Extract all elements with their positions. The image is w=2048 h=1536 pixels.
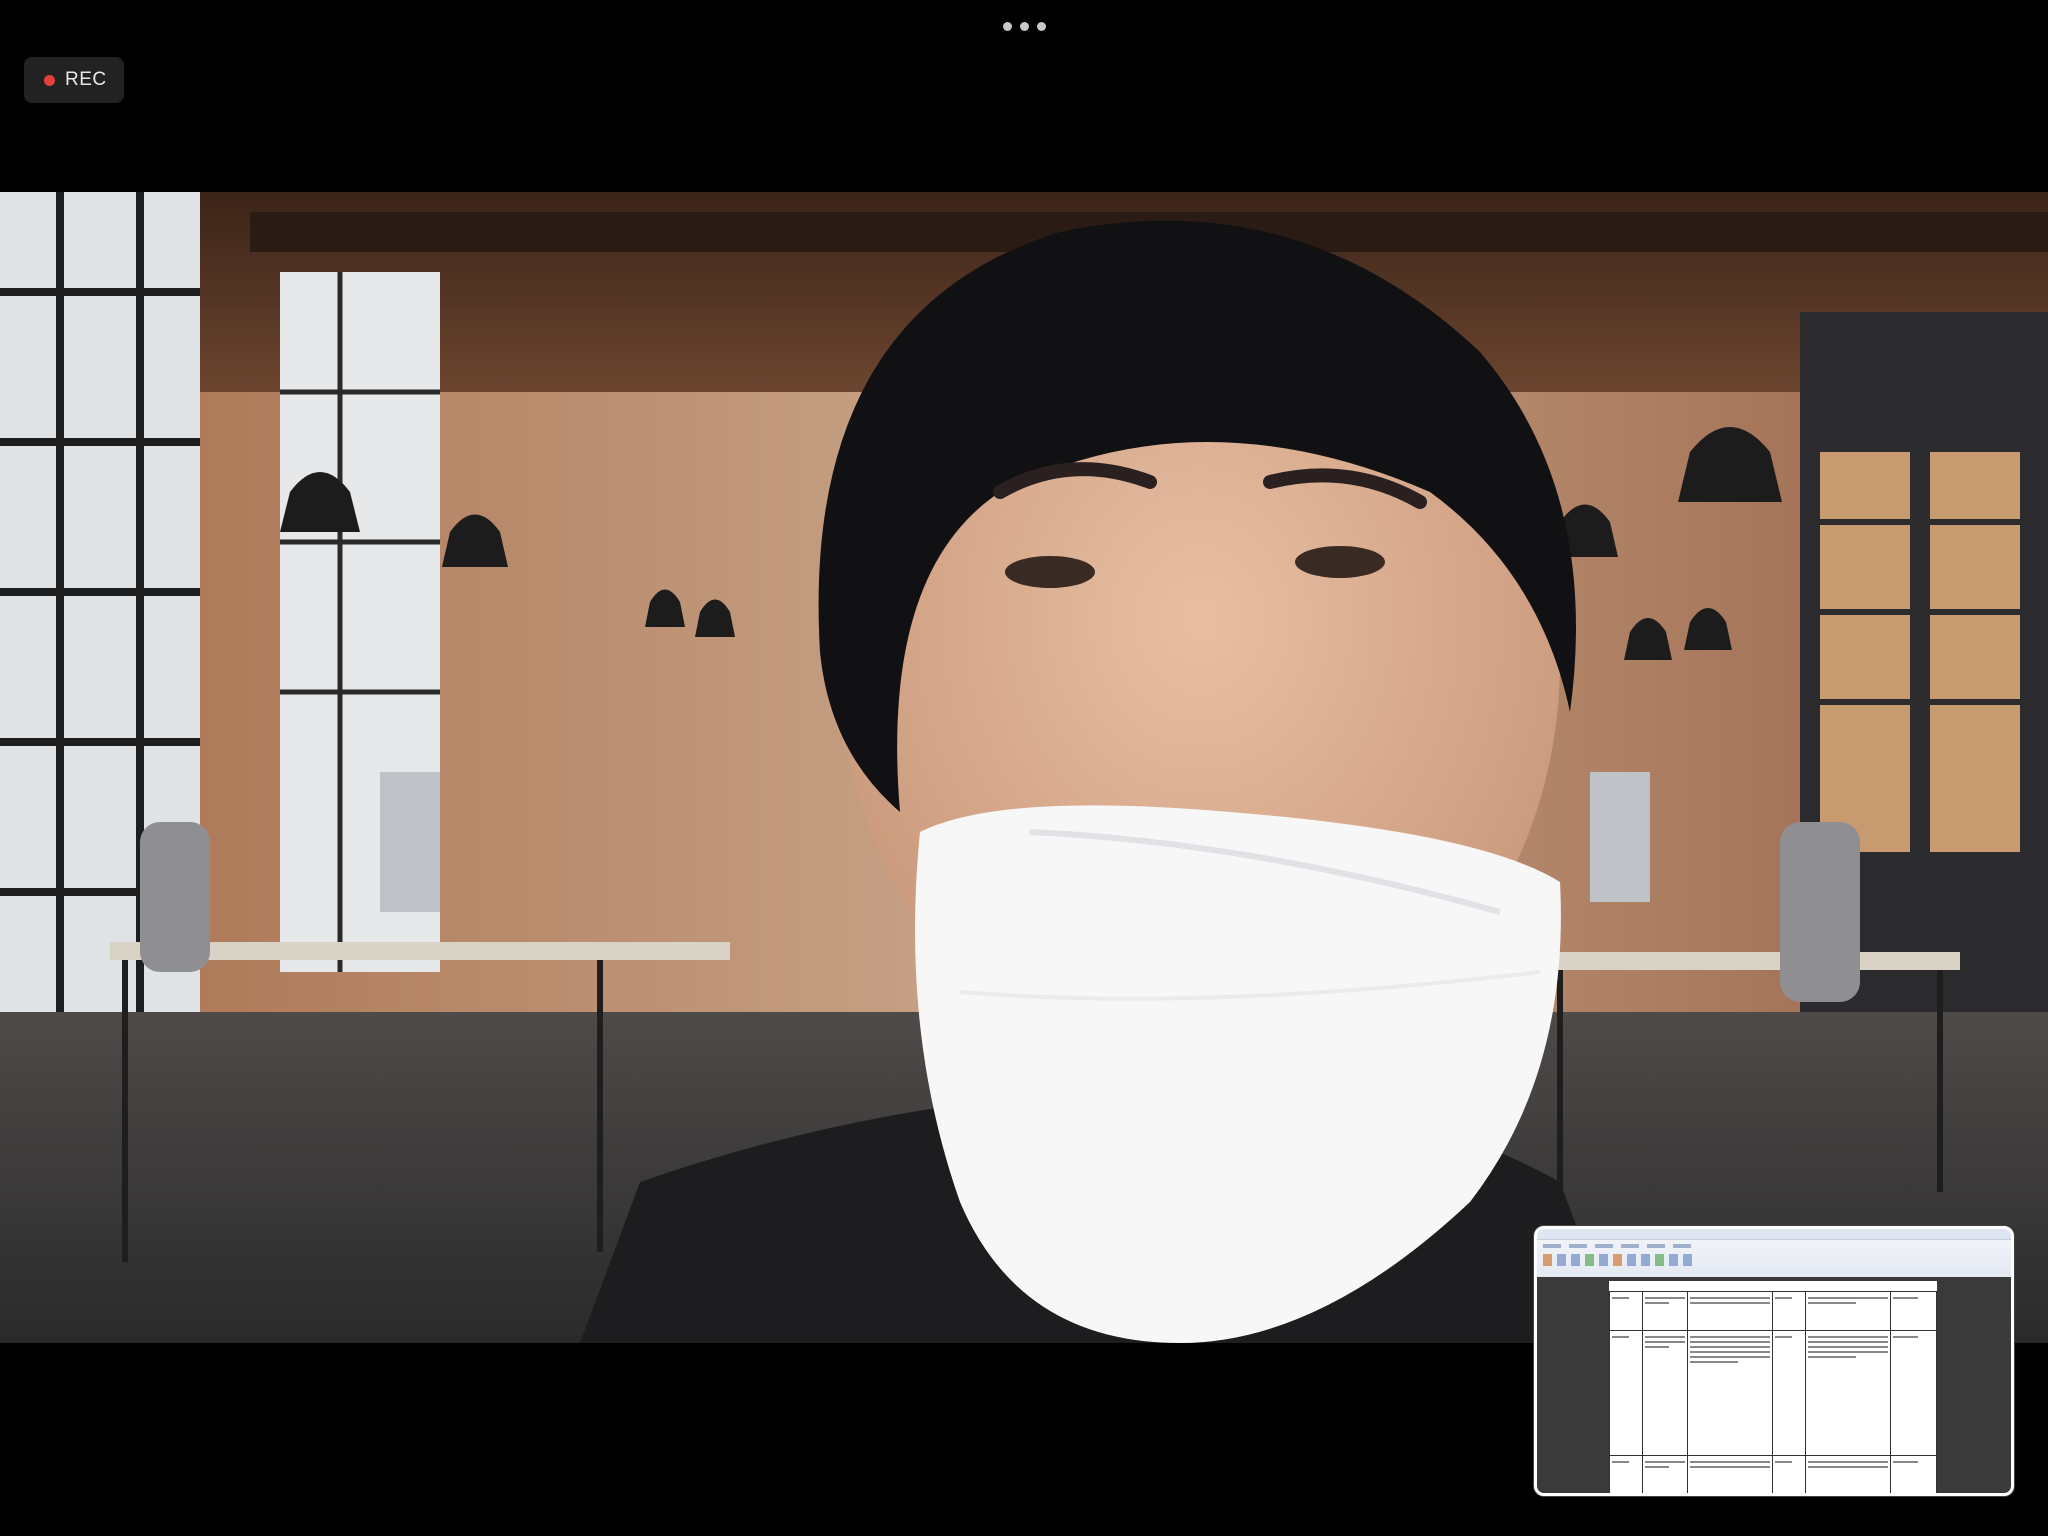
video-frame-image (0, 192, 2048, 1343)
menu-dot (1002, 21, 1012, 31)
document-titlebar (1537, 1229, 2011, 1240)
document-table (1609, 1291, 1937, 1493)
recording-label: REC (65, 69, 107, 90)
video-call-screen: REC (0, 0, 2048, 1536)
document-toolbar (1537, 1229, 2011, 1278)
more-options-icon[interactable] (994, 14, 1054, 38)
menu-dot (1019, 21, 1029, 31)
document-page (1609, 1281, 1937, 1493)
ribbon-tools (1537, 1250, 2011, 1270)
recording-dot-icon (44, 74, 55, 86)
document-canvas (1537, 1277, 2011, 1493)
shared-screen-thumbnail[interactable] (1534, 1226, 2014, 1496)
ribbon-tabs (1537, 1242, 2011, 1250)
participant-video-feed (0, 192, 2048, 1343)
menu-dot (1036, 21, 1046, 31)
recording-indicator: REC (24, 57, 124, 103)
